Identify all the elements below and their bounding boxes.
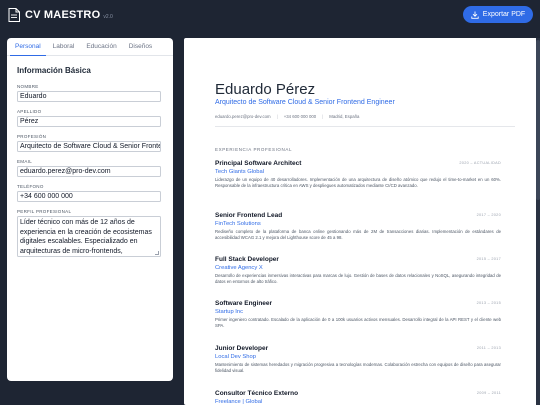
job-entry: Junior Developer 2011 – 2013 Local Dev S… (215, 345, 501, 375)
nombre-label: NOMBRE (17, 84, 39, 89)
contact-separator: | (276, 114, 278, 119)
job-title: Software Engineer (215, 300, 273, 307)
email-label: EMAIL (17, 159, 33, 164)
cv-phone: +34 600 000 000 (283, 114, 317, 119)
job-company: Tech Giants Global (215, 169, 264, 175)
editor-panel: Personal Laboral Educación Diseños Infor… (7, 38, 173, 381)
job-description: Desarrollo de experiencias inmersivas in… (215, 273, 501, 285)
job-title: Principal Software Architect (215, 160, 302, 167)
profesion-label: PROFESIÓN (17, 134, 47, 139)
job-description: Mantenimiento de sistemas heredados y mi… (215, 362, 501, 374)
perfil-label: PERFIL PROFESIONAL (17, 209, 72, 214)
perfil-textarea[interactable]: Líder técnico con más de 12 años de expe… (17, 216, 161, 257)
cv-role: Arquitecto de Software Cloud & Senior Fr… (215, 99, 395, 106)
job-dates: 2017 – 2020 (476, 213, 501, 217)
job-dates: 2015 – 2017 (476, 257, 501, 261)
job-entry: Principal Software Architect 2020 – ACTU… (215, 160, 501, 190)
job-dates: 2011 – 2013 (476, 346, 501, 350)
job-company: Creative Agency X (215, 265, 263, 271)
job-title: Consultor Técnico Externo (215, 390, 299, 397)
cv-email: eduardo.perez@pro-dev.com (215, 114, 271, 119)
cv-name: Eduardo Pérez (215, 81, 316, 98)
job-company: Local Dev Shop (215, 354, 256, 360)
export-pdf-label: Exportar PDF (482, 11, 526, 18)
job-title: Senior Frontend Lead (215, 212, 283, 219)
job-entry: Consultor Técnico Externo 2009 – 2011 Fr… (215, 390, 501, 405)
job-title: Junior Developer (215, 345, 269, 352)
experience-section-title: EXPERIENCIA PROFESIONAL (215, 147, 293, 152)
app-version: v2.0 (103, 13, 113, 20)
job-entry: Full Stack Developer 2015 – 2017 Creativ… (215, 256, 501, 286)
top-bar: CV MAESTRO v2.0 Exportar PDF (0, 0, 540, 31)
job-description: Primer ingeniero contratado. Escalado de… (215, 317, 501, 329)
profesion-input[interactable]: Arquitecto de Software Cloud & Senior Fr… (17, 141, 161, 152)
job-company: FinTech Solutions (215, 221, 261, 227)
email-input[interactable]: eduardo.perez@pro-dev.com (17, 166, 161, 177)
tab-personal[interactable]: Personal (10, 38, 46, 56)
nombre-input[interactable]: Eduardo (17, 91, 161, 102)
app-name: CV MAESTRO (25, 9, 101, 21)
editor-tabs: Personal Laboral Educación Diseños (7, 38, 173, 56)
header-divider (215, 126, 515, 127)
tab-laboral[interactable]: Laboral (48, 38, 80, 56)
job-dates: 2009 – 2011 (476, 391, 501, 395)
preview-scrollbar-thumb[interactable] (536, 40, 540, 200)
tab-educacion[interactable]: Educación (81, 38, 121, 56)
download-icon (471, 11, 479, 19)
apellido-label: APELLIDO (17, 109, 42, 114)
cv-location: Madrid, España (329, 114, 360, 119)
job-company: Startup Inc (215, 309, 244, 315)
job-dates: 2013 – 2015 (476, 301, 501, 305)
contact-separator: | (322, 114, 324, 119)
job-description: Liderazgo de un equipo de 40 desarrollad… (215, 177, 501, 189)
job-description: Rediseño completo de la plataforma de ba… (215, 229, 501, 241)
personal-form: Información Básica NOMBRE Eduardo APELLI… (7, 56, 173, 257)
cv-preview: Eduardo Pérez Arquitecto de Software Clo… (184, 38, 540, 405)
perfil-text: Líder técnico con más de 12 años de expe… (20, 219, 152, 255)
app-logo: CV MAESTRO v2.0 (8, 8, 113, 22)
apellido-input[interactable]: Pérez (17, 116, 161, 127)
tab-disenos[interactable]: Diseños (124, 38, 157, 56)
job-dates: 2020 – ACTUALIDAD (459, 161, 501, 165)
resize-handle-icon[interactable] (155, 251, 159, 255)
document-icon (8, 8, 20, 22)
telefono-label: TELÉFONO (17, 184, 44, 189)
cv-contact: eduardo.perez@pro-dev.com | +34 600 000 … (215, 114, 359, 119)
job-entry: Software Engineer 2013 – 2015 Startup In… (215, 300, 501, 330)
job-title: Full Stack Developer (215, 256, 279, 263)
job-entry: Senior Frontend Lead 2017 – 2020 FinTech… (215, 212, 501, 242)
job-company: Freelance | Global (215, 399, 263, 405)
form-section-title: Información Básica (17, 66, 91, 75)
telefono-input[interactable]: +34 600 000 000 (17, 191, 161, 202)
export-pdf-button[interactable]: Exportar PDF (463, 6, 533, 23)
